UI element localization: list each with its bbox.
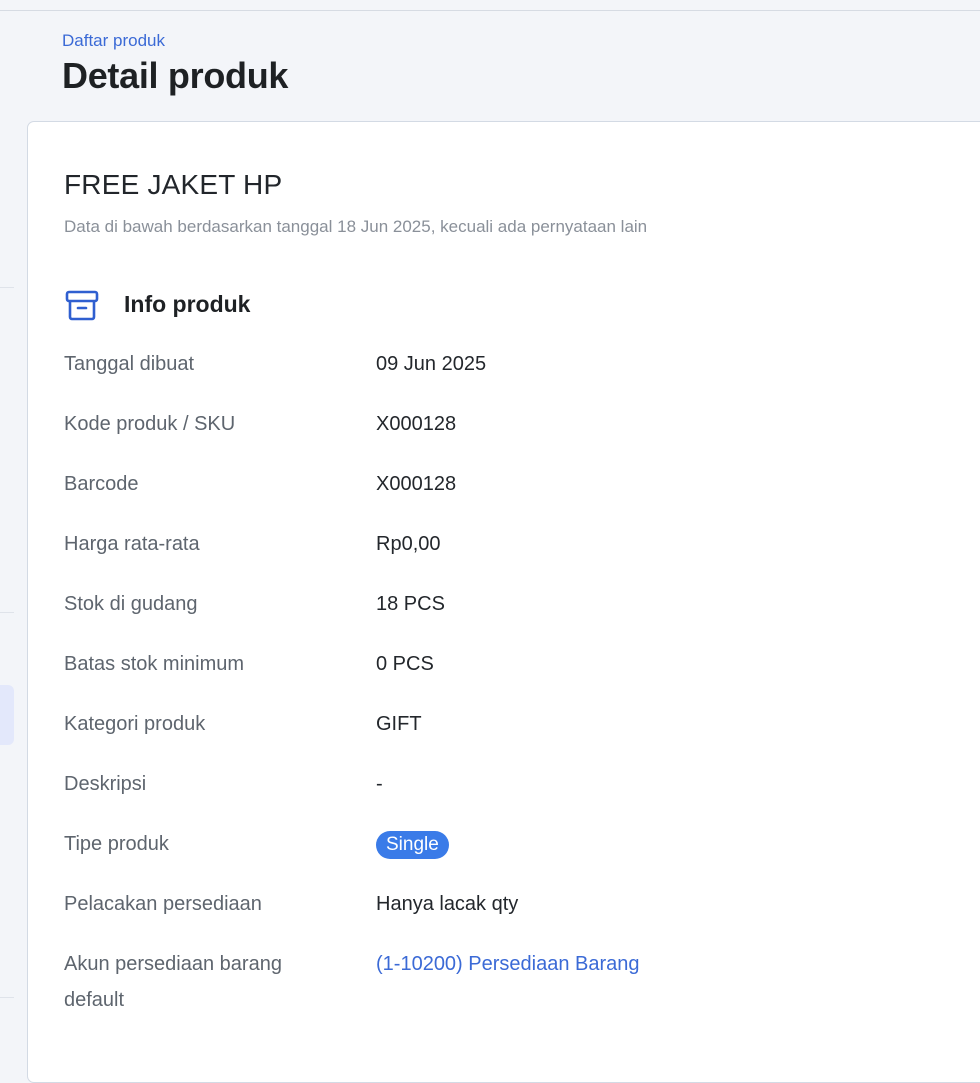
info-value: 09 Jun 2025: [376, 353, 487, 375]
page-title: Detail produk: [62, 55, 289, 96]
info-row-average-price: Harga rata-rata Rp0,00: [64, 526, 964, 562]
sidebar-divider: [0, 287, 14, 288]
info-label: Tipe produk: [64, 833, 169, 855]
info-label: Pelacakan persediaan: [64, 893, 262, 915]
info-label: Barcode: [64, 473, 139, 495]
info-label: Batas stok minimum: [64, 653, 245, 675]
info-label: Deskripsi: [64, 773, 147, 795]
info-row-warehouse-stock: Stok di gudang 18 PCS: [64, 586, 964, 622]
info-row-created-date: Tanggal dibuat 09 Jun 2025: [64, 346, 964, 382]
info-label: Kode produk / SKU: [64, 413, 236, 435]
info-label: Harga rata-rata: [64, 533, 200, 555]
info-row-inventory-tracking: Pelacakan persediaan Hanya lacak qty: [64, 886, 964, 922]
product-type-badge: Single: [376, 831, 449, 859]
sidebar-edge: [0, 11, 14, 1062]
info-label: Stok di gudang: [64, 593, 198, 615]
sidebar-active-item[interactable]: [0, 685, 14, 745]
info-value: 18 PCS: [376, 593, 445, 615]
info-label: Akun persediaan barang default: [64, 953, 282, 1011]
sidebar-divider: [0, 612, 14, 613]
info-row-barcode: Barcode X000128: [64, 466, 964, 502]
info-value: Rp0,00: [376, 533, 441, 555]
sidebar-divider: [0, 997, 14, 998]
info-label: Kategori produk: [64, 713, 206, 735]
archive-box-icon: [65, 290, 99, 321]
section-title-info-produk: Info produk: [124, 291, 251, 317]
info-label: Tanggal dibuat: [64, 353, 195, 375]
info-value: X000128: [376, 413, 457, 435]
info-row-min-stock: Batas stok minimum 0 PCS: [64, 646, 964, 682]
info-row-default-inventory-account: Akun persediaan barang default (1-10200)…: [64, 946, 964, 1018]
info-value-wrapper: Single: [376, 826, 449, 862]
info-row-sku: Kode produk / SKU X000128: [64, 406, 964, 442]
product-detail-card: FREE JAKET HP Data di bawah berdasarkan …: [27, 121, 980, 1083]
inventory-account-link[interactable]: (1-10200) Persediaan Barang: [376, 946, 640, 982]
info-value: Hanya lacak qty: [376, 893, 519, 915]
info-value: 0 PCS: [376, 653, 434, 675]
info-value: X000128: [376, 473, 457, 495]
info-row-product-type: Tipe produk Single: [64, 826, 964, 862]
breadcrumb-product-list-link[interactable]: Daftar produk: [62, 31, 165, 51]
product-name: FREE JAKET HP: [64, 169, 283, 200]
info-row-description: Deskripsi -: [64, 766, 964, 802]
info-value: -: [376, 773, 383, 795]
top-bar-edge: [0, 0, 980, 11]
info-row-category: Kategori produk GIFT: [64, 706, 964, 742]
data-date-note: Data di bawah berdasarkan tanggal 18 Jun…: [64, 217, 648, 236]
info-value: GIFT: [376, 713, 422, 735]
